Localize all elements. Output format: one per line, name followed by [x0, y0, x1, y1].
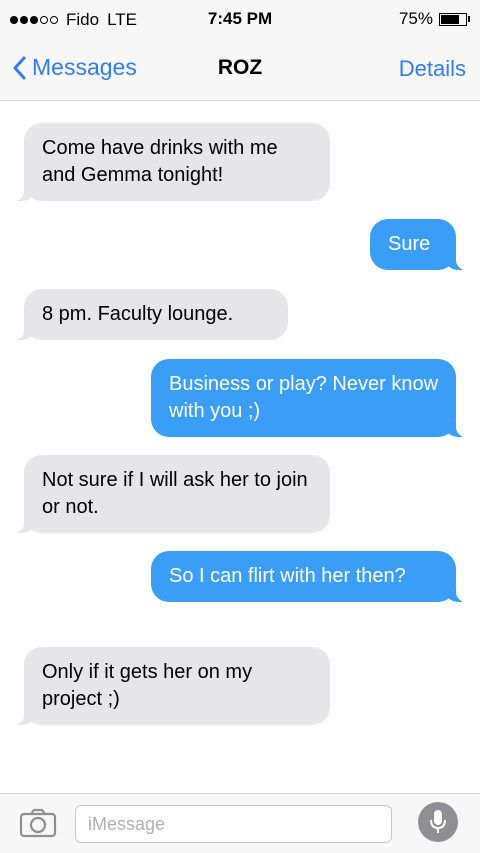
back-label: Messages — [32, 54, 137, 80]
navigation-bar: Messages ROZ Details — [0, 38, 480, 101]
message-input[interactable] — [75, 805, 392, 843]
message-bubble-incoming[interactable]: 8 pm. Faculty lounge. — [10, 289, 288, 340]
status-bar: Fido LTE 7:45 PM 75% — [0, 0, 480, 38]
message-bubble-outgoing[interactable]: So I can flirt with her then? — [151, 551, 470, 602]
battery-percent: 75% — [398, 9, 433, 28]
message-bubble-incoming[interactable]: Not sure if I will ask her to join or no… — [10, 455, 330, 533]
message-text: Only if it gets her on my project ;) — [42, 661, 253, 710]
message-bubble-incoming[interactable]: Only if it gets her on my project ;) — [10, 647, 330, 725]
message-text: So I can flirt with her then? — [169, 565, 406, 587]
back-button[interactable]: Messages — [12, 54, 137, 81]
microphone-button[interactable] — [418, 802, 458, 842]
battery-status: 75% — [399, 9, 470, 29]
details-button[interactable]: Details — [399, 56, 466, 82]
message-bubble-incoming[interactable]: Come have drinks with me and Gemma tonig… — [10, 123, 330, 201]
microphone-icon — [430, 810, 446, 833]
battery-icon — [439, 12, 467, 26]
message-text: Not sure if I will ask her to join or no… — [42, 469, 308, 518]
chevron-left-icon — [13, 56, 26, 79]
message-text: Business or play? Never know with you ;) — [169, 373, 439, 422]
message-bubble-outgoing[interactable]: Business or play? Never know with you ;) — [151, 359, 470, 437]
message-text: Sure — [388, 233, 431, 255]
message-text: 8 pm. Faculty lounge. — [42, 303, 234, 325]
message-bubble-outgoing[interactable]: Sure — [370, 219, 470, 270]
camera-icon — [19, 808, 57, 838]
camera-button[interactable] — [19, 808, 57, 843]
message-text: Come have drinks with me and Gemma tonig… — [42, 137, 278, 186]
compose-bar — [0, 793, 480, 853]
